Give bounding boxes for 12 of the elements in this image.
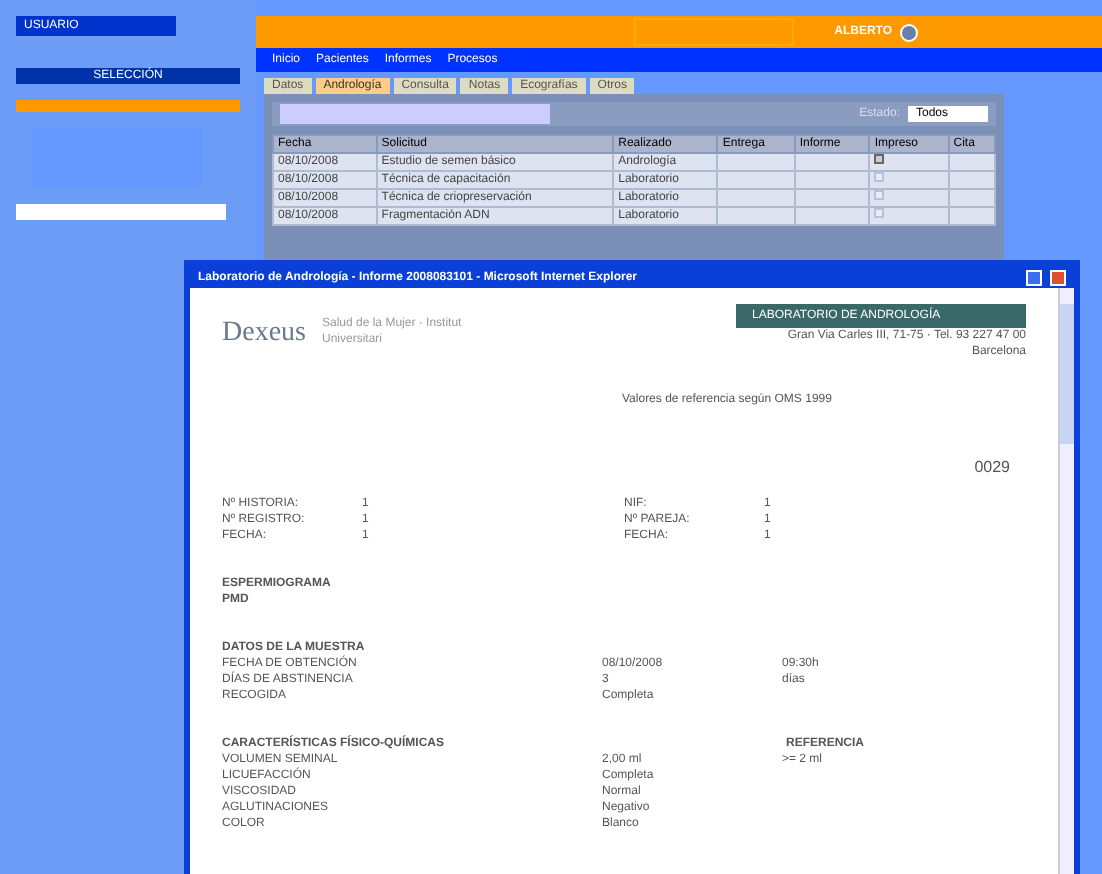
code: 0029: [974, 456, 1010, 480]
logo: Dexeus: [222, 315, 306, 351]
minimize-icon[interactable]: [1026, 269, 1042, 285]
settings-icon[interactable]: [900, 23, 918, 41]
sidebar-field[interactable]: [16, 204, 226, 220]
checkbox[interactable]: [874, 154, 885, 164]
sidebar-item[interactable]: [16, 100, 240, 112]
checkbox[interactable]: [874, 172, 885, 182]
checkbox[interactable]: [874, 190, 885, 200]
close-icon[interactable]: [1050, 269, 1066, 285]
checkbox[interactable]: [874, 208, 885, 218]
scrollbar[interactable]: [1058, 288, 1074, 874]
